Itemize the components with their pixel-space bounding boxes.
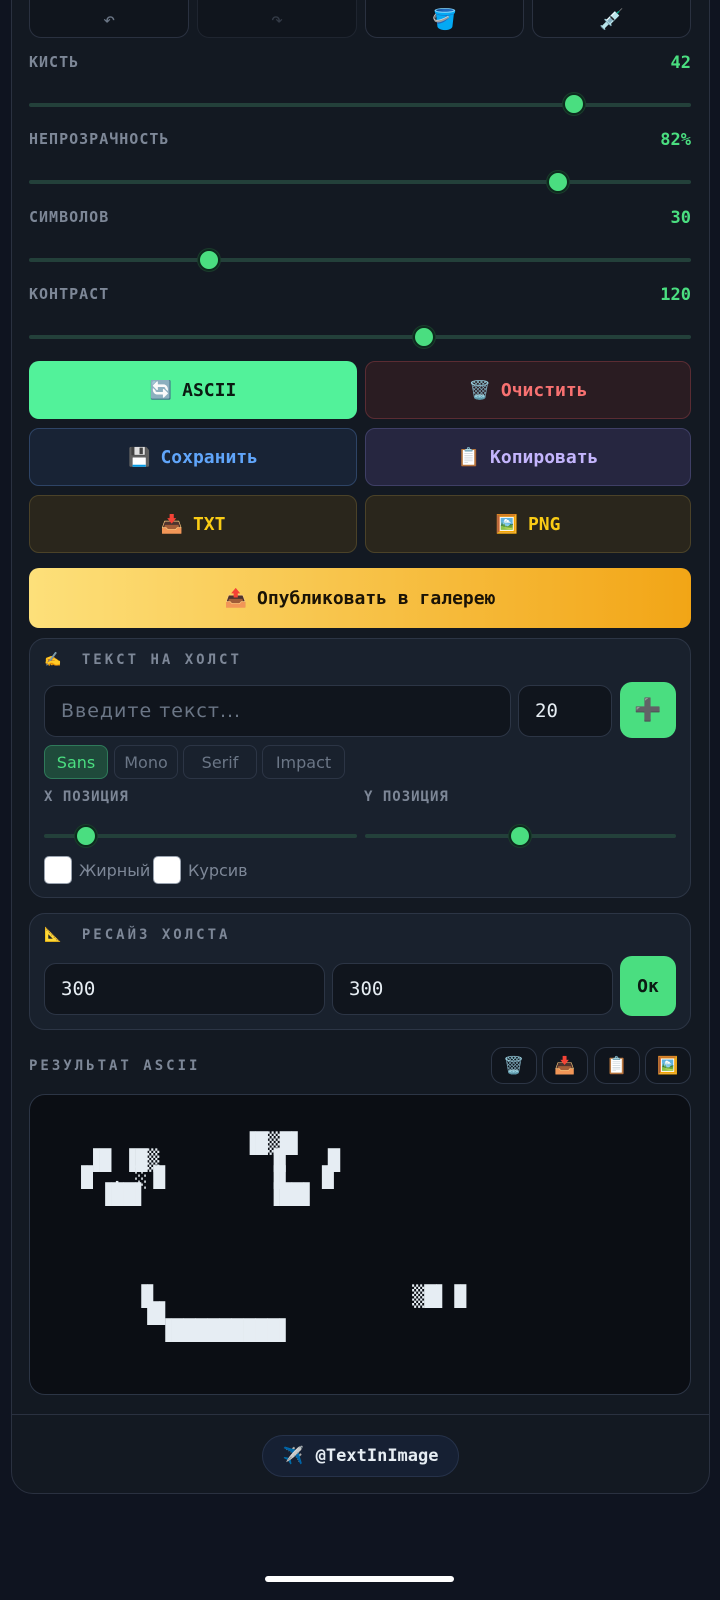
redo-icon: ↷ [270, 7, 284, 31]
picture-icon: 🖼️ [657, 1055, 679, 1076]
contrast-label: КОНТРАСТ [29, 285, 110, 303]
picture-icon: 🖼️ [495, 513, 518, 535]
chars-label: СИМВОЛОВ [29, 208, 110, 226]
font-chip-impact[interactable]: Impact [262, 745, 345, 779]
home-indicator [265, 1576, 454, 1582]
ascii-button-label: ASCII [182, 379, 237, 401]
contrast-value: 120 [660, 285, 691, 305]
txt-button[interactable]: 📥 TXT [29, 495, 357, 553]
trash-icon: 🗑️ [503, 1055, 525, 1076]
result-copy-button[interactable]: 📋 [594, 1047, 640, 1084]
font-chip-serif[interactable]: Serif [183, 745, 257, 779]
png-button[interactable]: 🖼️ PNG [365, 495, 691, 553]
ascii-output[interactable]: ▐█▒█▌ ▐█ ▐█▒ ▐▌ █ ▐▌ . ░▐▌ ▐▌ ▐▌ ▐██▌ ▐█… [29, 1094, 691, 1395]
resize-ok-label: Ок [637, 975, 659, 997]
txt-button-label: TXT [192, 513, 226, 535]
undo-button[interactable]: ↶ [29, 0, 189, 38]
y-position-thumb[interactable] [509, 825, 531, 847]
trash-icon: 🗑️ [468, 379, 491, 401]
brush-slider-track[interactable] [29, 103, 691, 107]
clipboard-icon: 📋 [457, 446, 481, 468]
italic-label: Курсив [188, 861, 248, 880]
font-chip-mono[interactable]: Mono [114, 745, 178, 779]
bucket-icon: 🪣 [432, 7, 457, 31]
opacity-slider-track[interactable] [29, 180, 691, 184]
result-clear-button[interactable]: 🗑️ [491, 1047, 537, 1084]
telegram-handle: @TextInImage [315, 1446, 439, 1466]
ascii-button[interactable]: 🔄 ASCII [29, 361, 357, 419]
contrast-slider-track[interactable] [29, 335, 691, 339]
triangle-ruler-icon: 📐 [44, 927, 65, 943]
resize-ok-button[interactable]: Ок [620, 956, 676, 1016]
result-image-button[interactable]: 🖼️ [645, 1047, 691, 1084]
y-position-label: Y ПОЗИЦИЯ [364, 789, 449, 805]
fill-button[interactable]: 🪣 [365, 0, 524, 38]
publish-button-label: Опубликовать в галерею [257, 587, 496, 609]
clear-button-label: Очистить [500, 379, 588, 401]
x-position-thumb[interactable] [75, 825, 97, 847]
clear-button[interactable]: 🗑️ Очистить [365, 361, 691, 419]
floppy-icon: 💾 [128, 446, 151, 468]
clipboard-icon: 📋 [606, 1055, 628, 1076]
save-button[interactable]: 💾 Сохранить [29, 428, 357, 486]
brush-slider-thumb[interactable] [563, 93, 585, 115]
result-title: РЕЗУЛЬТАТ ASCII [29, 1058, 201, 1074]
add-text-button[interactable]: ➕ [620, 682, 676, 738]
contrast-slider-thumb[interactable] [413, 326, 435, 348]
airplane-icon: ✈️ [282, 1446, 304, 1466]
copy-button-label: Копировать [490, 446, 599, 468]
text-card-title: ✍️ ТЕКСТ НА ХОЛСТ [44, 652, 242, 668]
writing-hand-icon: ✍️ [44, 652, 65, 668]
bold-label: Жирный [79, 861, 151, 880]
opacity-label: НЕПРОЗРАЧНОСТЬ [29, 130, 170, 148]
download-tray-icon: 📥 [554, 1055, 576, 1076]
refresh-icon: 🔄 [149, 379, 173, 401]
png-button-label: PNG [527, 513, 561, 535]
chars-value: 30 [670, 208, 691, 228]
pipette-icon: 💉 [599, 7, 624, 31]
chars-slider-track[interactable] [29, 258, 691, 262]
font-chip-sans[interactable]: Sans [44, 745, 108, 779]
result-download-button[interactable]: 📥 [542, 1047, 588, 1084]
color-picker-button[interactable]: 💉 [532, 0, 691, 38]
chars-slider-thumb[interactable] [198, 249, 220, 271]
width-input[interactable]: 300 [44, 963, 325, 1015]
publish-button[interactable]: 📤 Опубликовать в галерею [29, 568, 691, 628]
download-tray-icon: 📥 [160, 513, 183, 535]
resize-card-title-label: РЕСАЙЗ ХОЛСТА [81, 927, 231, 943]
brush-label: КИСТЬ [29, 53, 80, 71]
redo-button[interactable]: ↷ [197, 0, 357, 38]
font-size-input[interactable]: 20 [518, 685, 612, 737]
brush-value: 42 [670, 53, 691, 73]
undo-icon: ↶ [102, 7, 116, 31]
save-button-label: Сохранить [160, 446, 258, 468]
x-position-label: X ПОЗИЦИЯ [44, 789, 129, 805]
telegram-link[interactable]: ✈️ @TextInImage [262, 1435, 459, 1477]
copy-button[interactable]: 📋 Копировать [365, 428, 691, 486]
opacity-value: 82% [660, 130, 691, 150]
bold-checkbox[interactable] [44, 856, 72, 884]
outbox-icon: 📤 [224, 587, 247, 609]
plus-icon: ➕ [634, 697, 662, 723]
height-input[interactable]: 300 [332, 963, 613, 1015]
ascii-art: ▐█▒█▌ ▐█ ▐█▒ ▐▌ █ ▐▌ . ░▐▌ ▐▌ ▐▌ ▐██▌ ▐█… [75, 1131, 473, 1342]
opacity-slider-thumb[interactable] [547, 171, 569, 193]
resize-card-title: 📐 РЕСАЙЗ ХОЛСТА [44, 927, 230, 943]
italic-checkbox[interactable] [153, 856, 181, 884]
text-input[interactable]: Введите текст... [44, 685, 511, 737]
text-card-title-label: ТЕКСТ НА ХОЛСТ [81, 652, 242, 668]
footer-divider [12, 1414, 709, 1415]
